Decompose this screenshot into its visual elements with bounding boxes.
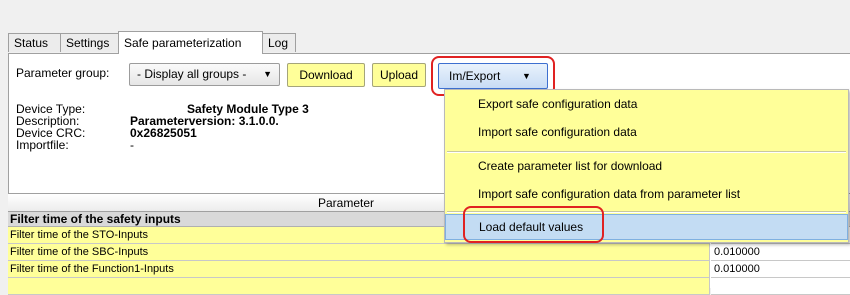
param-value[interactable]: 0.010000 [711,261,850,278]
tab-settings[interactable]: Settings [60,33,119,52]
table-row[interactable] [8,278,850,295]
menu-item-import-from-parameter-list[interactable]: Import safe configuration data from para… [445,181,848,207]
param-name: Filter time of the SBC-Inputs [8,244,710,261]
title-area [0,0,850,30]
upload-button[interactable]: Upload [372,63,426,87]
load-default-highlight-annotation [463,206,604,243]
tab-status[interactable]: Status [8,33,61,52]
tab-safe-parameterization[interactable]: Safe parameterization [118,31,263,54]
parameter-group-label: Parameter group: [16,66,110,80]
download-button[interactable]: Download [287,63,365,87]
parameter-group-value: - Display all groups - [137,67,247,81]
parameter-group-select[interactable]: - Display all groups - ▼ [129,63,280,86]
importfile-value: - [130,138,134,152]
param-name: Filter time of the Function1-Inputs [8,261,710,278]
param-value[interactable]: 0.010000 [711,244,850,261]
menu-item-create-parameter-list[interactable]: Create parameter list for download [445,153,848,179]
table-row[interactable]: Filter time of the Function1-Inputs 0.01… [8,261,850,278]
chevron-down-icon: ▼ [263,69,272,79]
menu-item-import-safe-config[interactable]: Import safe configuration data [445,119,848,145]
param-name [8,278,710,295]
tab-log[interactable]: Log [262,33,296,52]
device-crc-value: 0x26825051 [130,126,197,140]
param-value[interactable] [711,278,850,295]
grid-header-parameter: Parameter [318,196,375,210]
table-row[interactable]: Filter time of the SBC-Inputs 0.010000 [8,244,850,261]
importfile-label: Importfile: [16,138,69,152]
menu-item-export-safe-config[interactable]: Export safe configuration data [445,91,848,117]
